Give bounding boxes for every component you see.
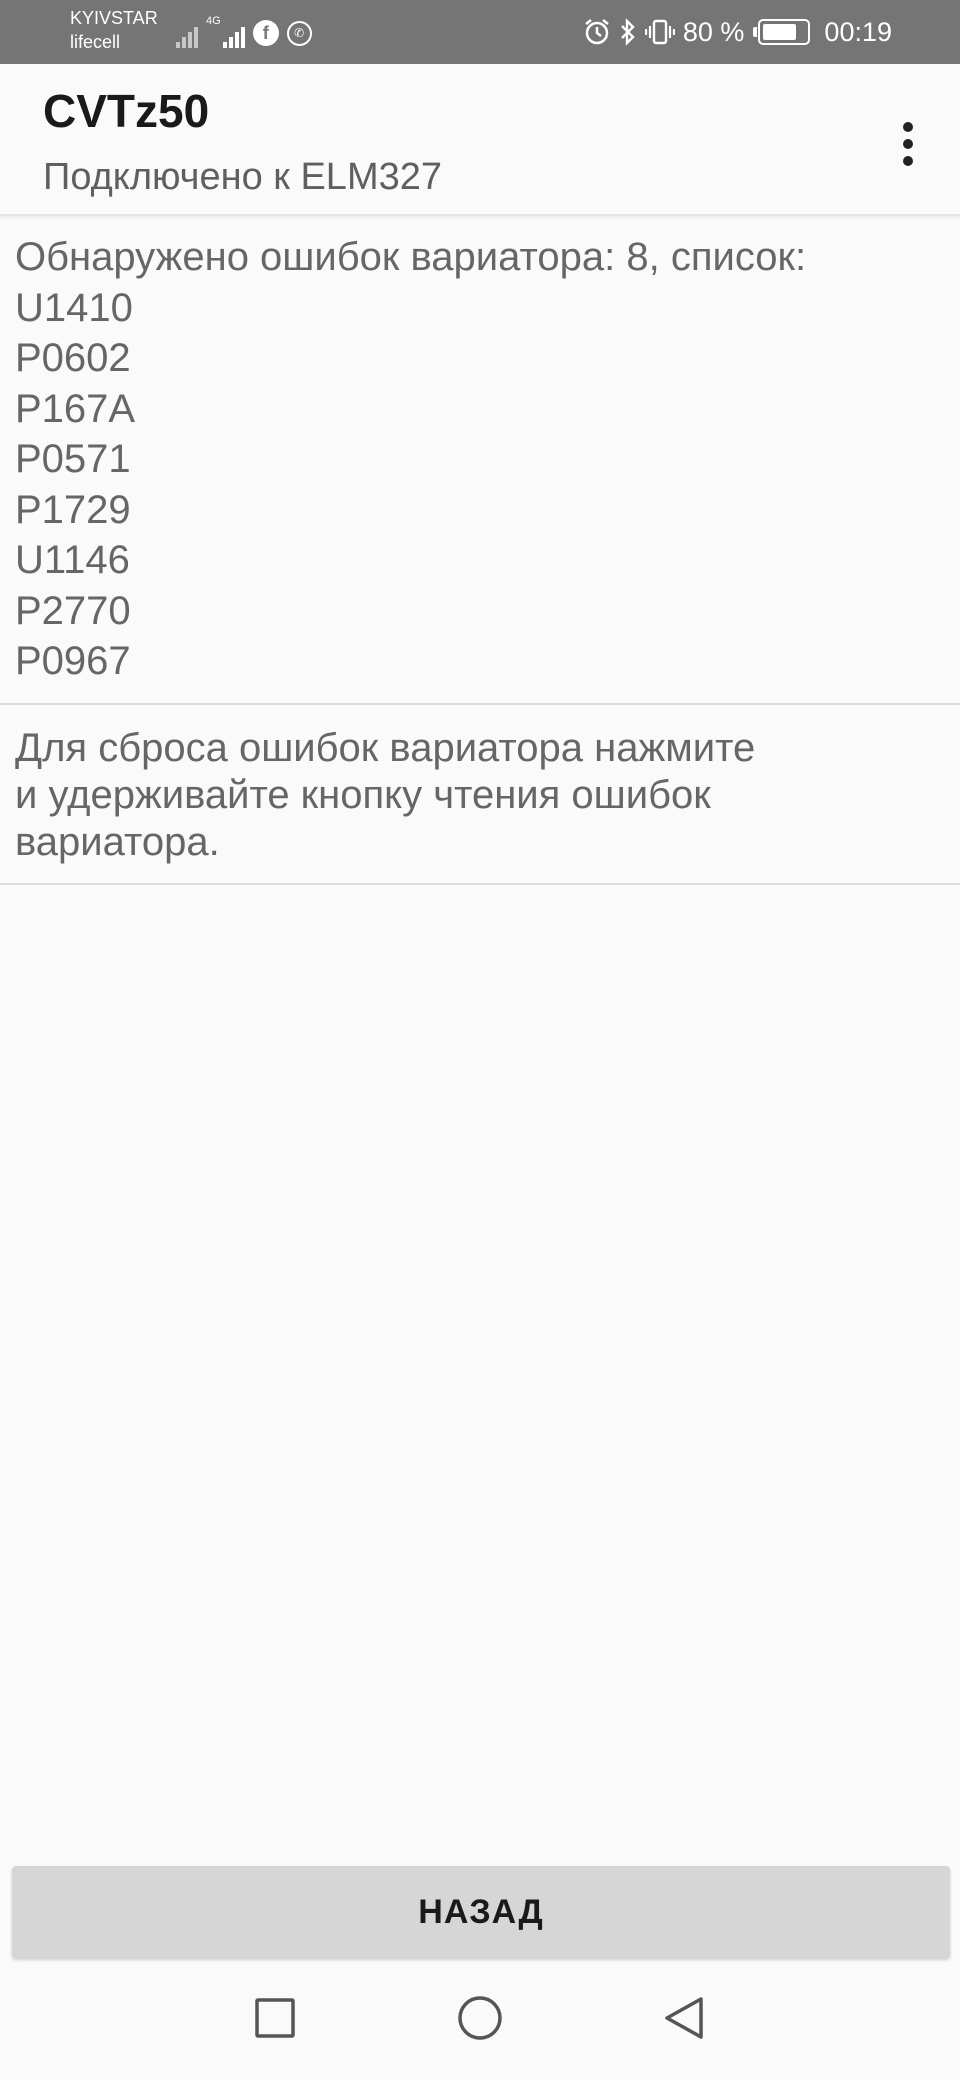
screen: KYIVSTAR lifecell 4G f ✆ 80 % 00:19 CVTz… (0, 0, 960, 2080)
more-vert-icon[interactable] (888, 116, 928, 172)
status-bar: KYIVSTAR lifecell 4G f ✆ 80 % 00:19 (0, 0, 960, 64)
battery-percent: 80 % (682, 16, 745, 47)
clock: 00:19 (824, 16, 892, 47)
app-bar: CVTz50 Подключено к ELM327 (0, 64, 960, 216)
signal-4g-icon (222, 22, 245, 48)
facebook-icon: f (252, 20, 279, 46)
connection-status: Подключено к ELM327 (43, 156, 442, 198)
reset-hint: Для сброса ошибок вариатора нажмите и уд… (0, 708, 960, 885)
status-right: 80 % 00:19 (583, 14, 892, 50)
error-code: P0967 (15, 639, 131, 683)
signal-icons: 4G f ✆ (176, 16, 312, 48)
error-code: P167A (15, 386, 136, 431)
recents-square-icon[interactable] (245, 1988, 305, 2048)
error-code: P1729 (15, 487, 131, 532)
home-circle-icon[interactable] (450, 1988, 510, 2048)
vibrate-icon (644, 19, 675, 45)
battery-icon (753, 19, 811, 45)
carrier-1: KYIVSTAR (70, 8, 158, 28)
carrier-names: KYIVSTAR lifecell (70, 6, 158, 54)
error-code: P2770 (15, 588, 131, 633)
back-button-label: НАЗАД (418, 1892, 544, 1931)
back-triangle-icon[interactable] (654, 1988, 714, 2048)
signal-icon (176, 22, 198, 48)
error-code: P0602 (15, 336, 131, 380)
back-button[interactable]: НАЗАД (12, 1866, 950, 1958)
error-code: U1146 (15, 538, 130, 582)
hint-line: вариатора. (15, 820, 220, 864)
error-code: P0571 (15, 437, 131, 481)
network-type-label: 4G (206, 15, 221, 27)
hint-line: и удерживайте кнопку чтения ошибок (15, 773, 711, 817)
errors-header: Обнаружено ошибок вариатора: 8, список: (15, 235, 807, 279)
viber-icon: ✆ (286, 21, 312, 46)
bluetooth-icon (621, 18, 635, 46)
alarm-icon (585, 19, 609, 45)
carrier-2: lifecell (70, 32, 121, 52)
navigation-bar (0, 1966, 960, 2080)
error-code: U1410 (15, 285, 133, 330)
hint-line: Для сброса ошибок вариатора нажмите (15, 726, 756, 770)
cvt-errors-block: Обнаружено ошибок вариатора: 8, список: … (0, 216, 960, 705)
app-title: CVTz50 (43, 85, 210, 137)
